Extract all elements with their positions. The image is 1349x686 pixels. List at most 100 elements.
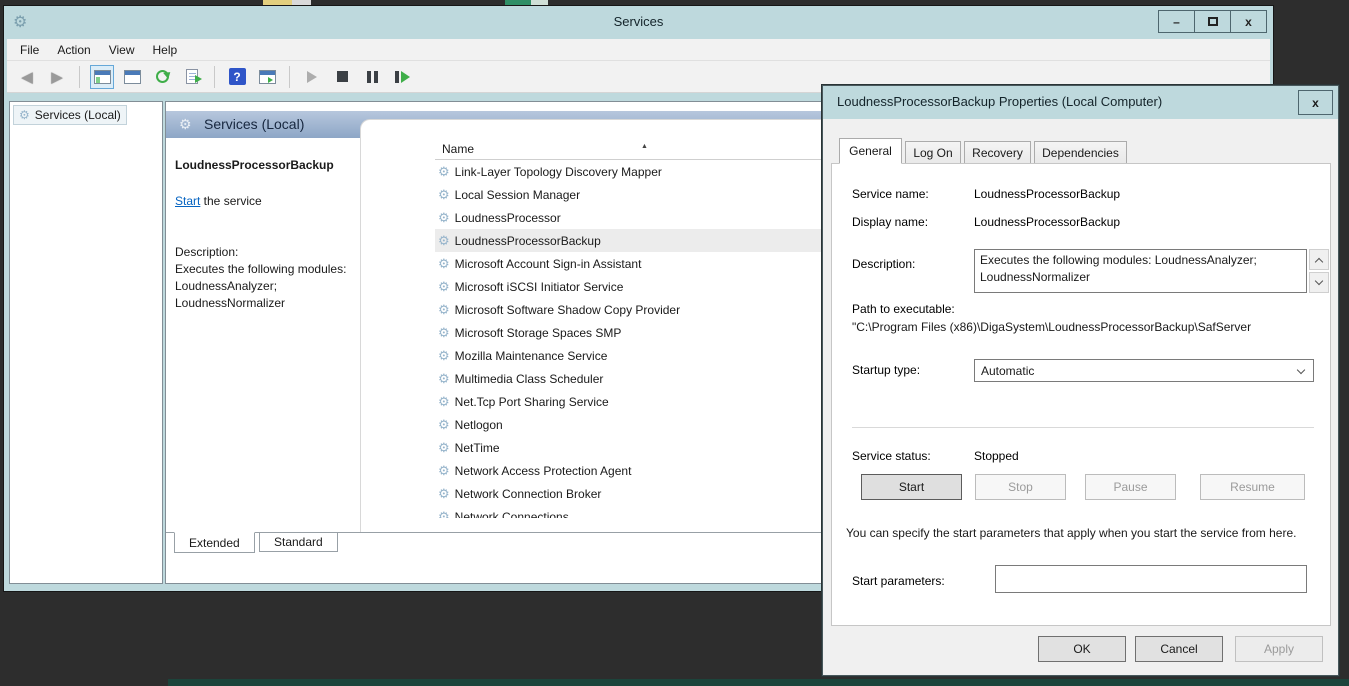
menu-help[interactable]: Help — [144, 40, 187, 60]
dialog-title: LoudnessProcessorBackup Properties (Loca… — [837, 94, 1162, 109]
service-gear-icon: ⚙ — [179, 116, 192, 133]
service-gear-icon: ⚙ — [438, 417, 450, 433]
service-gear-icon: ⚙ — [19, 108, 30, 122]
tree-item-services-local[interactable]: ⚙ Services (Local) — [13, 105, 127, 125]
stop-button[interactable]: Stop — [975, 474, 1066, 500]
dialog-close-button[interactable]: x — [1298, 90, 1333, 115]
tab-standard[interactable]: Standard — [259, 533, 338, 552]
service-gear-icon: ⚙ — [438, 187, 450, 203]
toolbar-separator — [214, 66, 215, 88]
sort-ascending-icon: ▲ — [641, 143, 648, 150]
close-button[interactable]: x — [1230, 10, 1267, 33]
window-title: Services — [4, 14, 1273, 29]
start-service-line: Start the service — [175, 194, 262, 208]
service-name-text: Microsoft Software Shadow Copy Provider — [455, 303, 680, 317]
startup-type-dropdown[interactable]: Automatic — [974, 359, 1314, 382]
start-button[interactable]: Start — [861, 474, 962, 500]
cancel-button[interactable]: Cancel — [1135, 636, 1223, 662]
banner-title: Services (Local) — [204, 116, 304, 132]
service-status-value: Stopped — [974, 449, 1019, 463]
tab-recovery[interactable]: Recovery — [964, 141, 1031, 164]
toolbar-separator — [289, 66, 290, 88]
console-tree-panel: ⚙ Services (Local) — [9, 101, 163, 584]
display-name-value: LoudnessProcessorBackup — [974, 215, 1120, 229]
window-titlebar: ⚙ Services – x — [4, 6, 1273, 39]
tab-extended[interactable]: Extended — [174, 532, 255, 553]
path-to-executable-value: "C:\Program Files (x86)\DigaSystem\Loudn… — [852, 320, 1328, 334]
service-name-text: Microsoft Account Sign-in Assistant — [455, 257, 642, 271]
show-action-pane-icon[interactable] — [255, 65, 279, 89]
service-name-text: Network Access Protection Agent — [455, 464, 632, 478]
refresh-icon[interactable] — [150, 65, 174, 89]
service-gear-icon: ⚙ — [438, 302, 450, 318]
tab-log-on[interactable]: Log On — [905, 141, 961, 164]
taskbar-strip — [168, 679, 1349, 686]
startup-type-value: Automatic — [981, 364, 1034, 378]
description-textbox[interactable]: Executes the following modules: Loudness… — [974, 249, 1307, 293]
service-gear-icon: ⚙ — [438, 210, 450, 226]
service-name-text: Network Connections — [455, 510, 569, 519]
tab-dependencies[interactable]: Dependencies — [1034, 141, 1127, 164]
scroll-down-button[interactable] — [1309, 272, 1329, 293]
service-name-text: Netlogon — [455, 418, 503, 432]
service-gear-icon: ⚙ — [438, 325, 450, 341]
forward-icon[interactable]: ▶ — [45, 65, 69, 89]
start-service-link[interactable]: Start — [175, 194, 200, 208]
scroll-up-button[interactable] — [1309, 249, 1329, 270]
pause-service-icon[interactable] — [360, 65, 384, 89]
service-name-text: Microsoft Storage Spaces SMP — [455, 326, 622, 340]
tab-general[interactable]: General — [839, 138, 902, 164]
service-gear-icon: ⚙ — [438, 486, 450, 502]
menu-file[interactable]: File — [11, 40, 48, 60]
menu-action[interactable]: Action — [48, 40, 99, 60]
resume-button[interactable]: Resume — [1200, 474, 1305, 500]
export-list-icon[interactable] — [180, 65, 204, 89]
service-name-value: LoudnessProcessorBackup — [974, 187, 1120, 201]
service-properties-dialog: LoudnessProcessorBackup Properties (Loca… — [822, 85, 1339, 676]
pause-button[interactable]: Pause — [1085, 474, 1176, 500]
service-name-text: Local Session Manager — [455, 188, 580, 202]
properties-icon[interactable] — [120, 65, 144, 89]
tree-item-label: Services (Local) — [35, 108, 121, 122]
service-name-text: Net.Tcp Port Sharing Service — [455, 395, 609, 409]
service-name-label: Service name: — [852, 187, 929, 201]
stop-service-icon[interactable] — [330, 65, 354, 89]
selected-service-title: LoudnessProcessorBackup — [175, 158, 355, 172]
name-column-label: Name — [442, 142, 474, 156]
service-gear-icon: ⚙ — [438, 279, 450, 295]
help-icon[interactable]: ? — [225, 65, 249, 89]
path-to-executable-label: Path to executable: — [852, 302, 955, 316]
apply-button[interactable]: Apply — [1235, 636, 1323, 662]
service-status-label: Service status: — [852, 449, 931, 463]
maximize-button[interactable] — [1194, 10, 1231, 33]
toolbar-separator — [79, 66, 80, 88]
description-label: Description: — [852, 257, 915, 271]
service-gear-icon: ⚙ — [438, 233, 450, 249]
service-name-text: Network Connection Broker — [455, 487, 602, 501]
service-name-text: Microsoft iSCSI Initiator Service — [455, 280, 624, 294]
service-gear-icon: ⚙ — [438, 371, 450, 387]
service-gear-icon: ⚙ — [438, 256, 450, 272]
back-icon[interactable]: ◀ — [15, 65, 39, 89]
minimize-button[interactable]: – — [1158, 10, 1195, 33]
start-service-icon[interactable] — [300, 65, 324, 89]
service-name-text: LoudnessProcessor — [455, 211, 561, 225]
ok-button[interactable]: OK — [1038, 636, 1126, 662]
menu-bar: File Action View Help — [7, 39, 1270, 61]
service-gear-icon: ⚙ — [438, 348, 450, 364]
menu-view[interactable]: View — [100, 40, 144, 60]
startup-type-label: Startup type: — [852, 363, 920, 377]
start-parameters-input[interactable] — [995, 565, 1307, 593]
service-name-text: Mozilla Maintenance Service — [455, 349, 608, 363]
restart-service-icon[interactable] — [390, 65, 414, 89]
dialog-titlebar: LoudnessProcessorBackup Properties (Loca… — [823, 86, 1338, 119]
service-name-text: NetTime — [455, 441, 500, 455]
general-tab-page: Service name: LoudnessProcessorBackup Di… — [831, 163, 1331, 626]
service-gear-icon: ⚙ — [438, 394, 450, 410]
service-description-block: Description: Executes the following modu… — [175, 244, 346, 312]
start-parameters-note: You can specify the start parameters tha… — [846, 525, 1320, 541]
start-parameters-label: Start parameters: — [852, 574, 945, 588]
show-console-tree-icon[interactable] — [90, 65, 114, 89]
display-name-label: Display name: — [852, 215, 928, 229]
service-name-text: Multimedia Class Scheduler — [455, 372, 604, 386]
